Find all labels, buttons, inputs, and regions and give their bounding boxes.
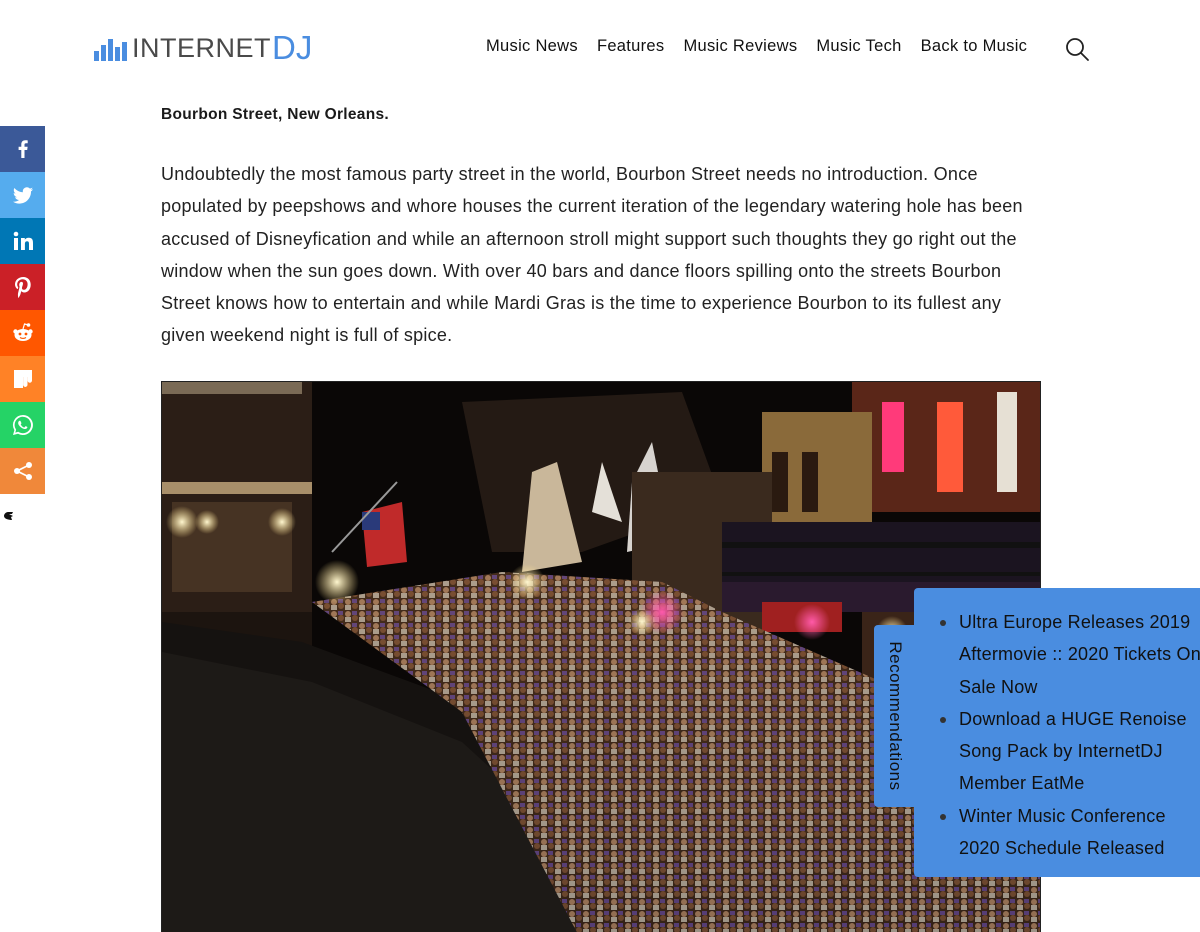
hide-sidebar-hand-icon[interactable] <box>2 508 16 522</box>
nav-features[interactable]: Features <box>597 37 665 56</box>
search-icon[interactable] <box>1064 36 1090 62</box>
site-logo[interactable]: INTERNET DJ <box>94 29 313 66</box>
nav-music-news[interactable]: Music News <box>486 37 578 56</box>
twitter-share-button[interactable] <box>0 172 45 218</box>
mix-share-button[interactable] <box>0 356 45 402</box>
reddit-share-button[interactable] <box>0 310 45 356</box>
logo-text-internet: INTERNET <box>132 32 271 63</box>
reddit-icon <box>12 323 33 341</box>
whatsapp-share-button[interactable] <box>0 402 45 448</box>
share-icon <box>13 462 32 480</box>
facebook-icon <box>18 140 28 158</box>
pinterest-icon <box>14 277 31 298</box>
recommendation-link[interactable]: Ultra Europe Releases 2019 Aftermovie ::… <box>959 612 1200 697</box>
logo-text-dj: DJ <box>272 29 313 66</box>
logo-equalizer-icon <box>94 35 127 61</box>
recommendations-tab[interactable]: Recommendations <box>874 625 916 807</box>
linkedin-icon <box>13 231 33 250</box>
recommendation-link[interactable]: Winter Music Conference 2020 Schedule Re… <box>959 806 1166 858</box>
pinterest-share-button[interactable] <box>0 264 45 310</box>
list-item: Ultra Europe Releases 2019 Aftermovie ::… <box>937 606 1200 703</box>
whatsapp-icon <box>12 415 33 435</box>
recommendations-panel: Ultra Europe Releases 2019 Aftermovie ::… <box>914 588 1200 877</box>
linkedin-share-button[interactable] <box>0 218 45 264</box>
site-header: INTERNET DJ Music News Features Music Re… <box>0 0 1200 96</box>
main-nav: Music News Features Music Reviews Music … <box>486 37 1027 56</box>
nav-music-tech[interactable]: Music Tech <box>816 37 901 56</box>
nav-back-to-music[interactable]: Back to Music <box>921 37 1028 56</box>
share-sidebar <box>0 126 45 494</box>
nav-music-reviews[interactable]: Music Reviews <box>683 37 797 56</box>
more-share-button[interactable] <box>0 448 45 494</box>
recommendation-link[interactable]: Download a HUGE Renoise Song Pack by Int… <box>959 709 1187 794</box>
article-paragraph: Undoubtedly the most famous party street… <box>161 164 1023 346</box>
list-item: Winter Music Conference 2020 Schedule Re… <box>937 800 1200 865</box>
recommendations-tab-label: Recommendations <box>886 641 905 791</box>
twitter-icon <box>12 187 33 204</box>
section-caption: Bourbon Street, New Orleans. <box>161 106 390 123</box>
list-item: Download a HUGE Renoise Song Pack by Int… <box>937 703 1200 800</box>
mix-icon <box>13 370 32 388</box>
recommendations-list: Ultra Europe Releases 2019 Aftermovie ::… <box>937 606 1200 864</box>
facebook-share-button[interactable] <box>0 126 45 172</box>
